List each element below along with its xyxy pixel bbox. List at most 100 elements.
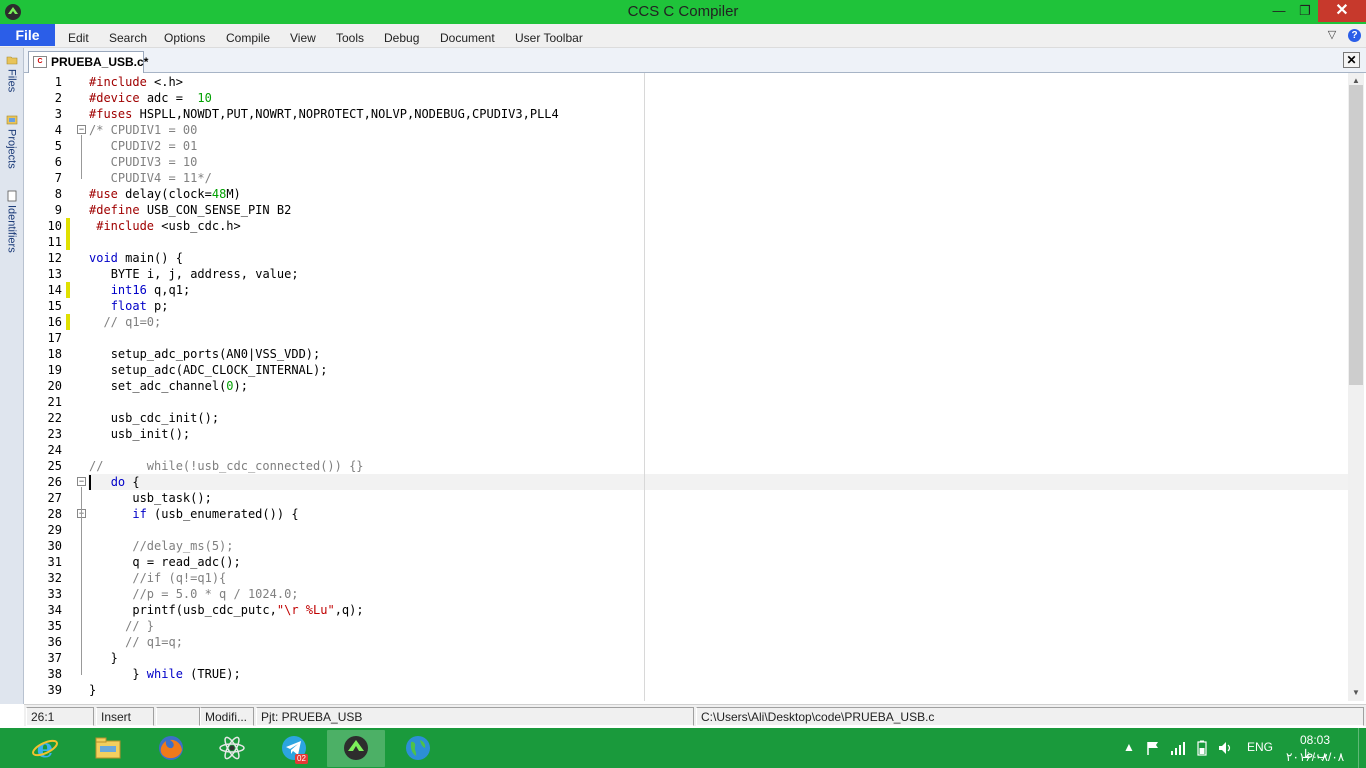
code-line[interactable]: #use delay(clock=48M) (89, 186, 1348, 202)
code-line[interactable]: int16 q,q1; (89, 282, 1348, 298)
code-line[interactable]: BYTE i, j, address, value; (89, 266, 1348, 282)
code-line[interactable]: void main() { (89, 250, 1348, 266)
code-line[interactable]: usb_init(); (89, 426, 1348, 442)
menu-bar: File Edit Search Options Compile View To… (0, 24, 1366, 48)
ccs-app-icon[interactable] (4, 3, 22, 21)
line-number: 17 (47, 331, 62, 345)
internet-explorer-icon: e (32, 734, 58, 762)
code-line[interactable]: setup_adc_ports(AN0|VSS_VDD); (89, 346, 1348, 362)
show-desktop-button[interactable] (1358, 728, 1366, 768)
code-line[interactable] (89, 330, 1348, 346)
code-line[interactable]: usb_cdc_init(); (89, 410, 1348, 426)
code-line[interactable]: printf(usb_cdc_putc,"\r %Lu",q); (89, 602, 1348, 618)
tab-identifiers[interactable]: Identifiers (2, 190, 21, 253)
vertical-scrollbar[interactable]: ▲ ▼ (1348, 73, 1364, 701)
code-line[interactable]: if (usb_enumerated()) { (89, 506, 1348, 522)
code-line[interactable]: } (89, 650, 1348, 666)
menu-search[interactable]: Search (109, 24, 147, 48)
menu-document[interactable]: Document (440, 24, 495, 48)
code-line[interactable]: set_adc_channel(0); (89, 378, 1348, 394)
line-number: 36 (47, 635, 62, 649)
line-number: 9 (54, 203, 62, 217)
code-line[interactable]: //if (q!=q1){ (89, 570, 1348, 586)
chevron-down-icon[interactable]: ▽ (1324, 27, 1340, 43)
menu-edit[interactable]: Edit (68, 24, 89, 48)
code-line[interactable]: setup_adc(ADC_CLOCK_INTERNAL); (89, 362, 1348, 378)
code-line[interactable] (89, 442, 1348, 458)
scroll-down-icon[interactable]: ▼ (1348, 685, 1364, 701)
code-line[interactable]: CPUDIV3 = 10 (89, 154, 1348, 170)
minimize-button[interactable]: — (1266, 0, 1292, 22)
code-line[interactable] (89, 394, 1348, 410)
code-line[interactable]: } (89, 682, 1348, 698)
code-text[interactable]: #include <.h> #device adc = 10 #fuses HSPL… (89, 74, 1348, 698)
close-tab-button[interactable]: ✕ (1343, 52, 1360, 68)
line-number: 31 (47, 555, 62, 569)
code-line[interactable]: CPUDIV2 = 01 (89, 138, 1348, 154)
code-line[interactable]: // while(!usb_cdc_connected()) {} (89, 458, 1348, 474)
taskbar-globe-app[interactable] (389, 730, 447, 767)
scrollbar-thumb[interactable] (1349, 85, 1363, 385)
clock-date[interactable]: ۲۰۱۶/۰۸/۰۸ (1286, 750, 1344, 764)
code-line[interactable]: //delay_ms(5); (89, 538, 1348, 554)
line-number: 22 (47, 411, 62, 425)
flag-icon[interactable] (1145, 740, 1161, 756)
code-editor[interactable]: 1 2 3 4 5 6 7 8 9 10 11 12 13 14 15 16 17 18 19 20 21 22 23 24 2… (24, 73, 1348, 701)
tab-projects[interactable]: Projects (2, 114, 21, 169)
taskbar-ccs-compiler[interactable] (327, 730, 385, 767)
taskbar-telegram[interactable]: 02 (265, 730, 323, 767)
taskbar-atom-app[interactable] (203, 730, 261, 767)
code-line[interactable]: /* CPUDIV1 = 00 (89, 122, 1348, 138)
code-line[interactable]: #device adc = 10 (89, 90, 1348, 106)
close-button[interactable]: ✕ (1318, 0, 1366, 22)
fold-toggle-icon[interactable]: − (77, 477, 86, 486)
menu-file[interactable]: File (0, 24, 55, 46)
fold-guide (81, 519, 82, 659)
taskbar-file-explorer[interactable] (79, 730, 137, 767)
menu-compile[interactable]: Compile (226, 24, 270, 48)
text-caret (89, 475, 91, 490)
code-line[interactable] (89, 234, 1348, 250)
menu-options[interactable]: Options (164, 24, 205, 48)
taskbar-internet-explorer[interactable]: e (16, 730, 74, 767)
menu-user-toolbar[interactable]: User Toolbar (515, 24, 583, 48)
code-line[interactable]: float p; (89, 298, 1348, 314)
maximize-button[interactable]: ❐ (1292, 0, 1318, 22)
menu-view[interactable]: View (290, 24, 316, 48)
taskbar-firefox[interactable] (142, 730, 200, 767)
help-icon[interactable]: ? (1348, 29, 1361, 42)
code-line[interactable]: #include <usb_cdc.h> (89, 218, 1348, 234)
code-line[interactable]: q = read_adc(); (89, 554, 1348, 570)
volume-icon[interactable] (1217, 740, 1233, 756)
line-number: 7 (54, 171, 62, 185)
folder-icon (6, 56, 17, 65)
globe-icon (406, 736, 430, 760)
code-line[interactable]: #include <.h> (89, 74, 1348, 90)
language-indicator[interactable]: ENG (1246, 740, 1274, 754)
tray-expand-icon[interactable]: ▲ (1122, 740, 1136, 754)
code-line[interactable]: do { (89, 474, 1348, 490)
menu-tools[interactable]: Tools (336, 24, 364, 48)
code-line[interactable]: // q1=q; (89, 634, 1348, 650)
title-bar: CCS C Compiler — ❐ ✕ (0, 0, 1366, 24)
tab-prueba-usb[interactable]: C PRUEBA_USB.c* (28, 51, 148, 73)
code-line[interactable]: usb_task(); (89, 490, 1348, 506)
code-line[interactable] (89, 522, 1348, 538)
network-icon[interactable] (1170, 740, 1186, 756)
tab-files[interactable]: Files (2, 54, 21, 92)
firefox-icon (159, 736, 183, 760)
document-icon (7, 190, 16, 202)
code-line[interactable]: CPUDIV4 = 11*/ (89, 170, 1348, 186)
fold-toggle-icon[interactable]: − (77, 125, 86, 134)
code-line[interactable]: // } (89, 618, 1348, 634)
code-line[interactable]: // q1=0; (89, 314, 1348, 330)
battery-icon[interactable] (1194, 740, 1210, 756)
menu-debug[interactable]: Debug (384, 24, 419, 48)
code-line[interactable]: } while (TRUE); (89, 666, 1348, 682)
code-line[interactable]: #fuses HSPLL,NOWDT,PUT,NOWRT,NOPROTECT,N… (89, 106, 1348, 122)
code-line[interactable]: //p = 5.0 * q / 1024.0; (89, 586, 1348, 602)
code-line[interactable]: #define USB_CON_SENSE_PIN B2 (89, 202, 1348, 218)
ccs-app-icon (344, 736, 368, 760)
line-number: 29 (47, 523, 62, 537)
line-number: 32 (47, 571, 62, 585)
